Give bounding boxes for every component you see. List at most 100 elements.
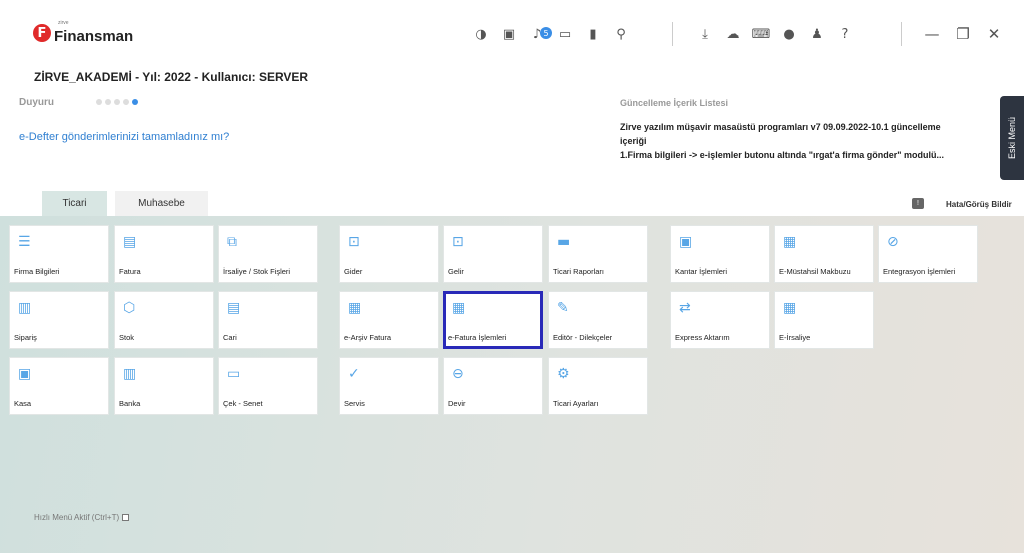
invoice-icon: ▤: [123, 234, 137, 250]
module-tile-label: İrsaliye / Stok Fişleri: [223, 267, 291, 276]
app-logo: F Finansman: [33, 22, 134, 45]
logo-mark: F: [33, 24, 51, 42]
logo-text: Finansman: [54, 27, 134, 45]
integration-icon: ⊘: [887, 234, 899, 250]
info-icon[interactable]: ●: [780, 25, 798, 43]
cloud-upload-icon[interactable]: ☁: [724, 25, 742, 43]
module-tile[interactable]: ⬡ Stok: [114, 291, 214, 349]
pager-dot-active[interactable]: [132, 99, 138, 105]
update-list-title: Güncelleme İçerik Listesi: [620, 98, 729, 108]
quick-menu-toggle[interactable]: Hızlı Menü Aktif (Ctrl+T): [34, 513, 130, 522]
cheque-icon: ▭: [227, 366, 241, 382]
scale-icon: ▣: [679, 234, 693, 250]
toolbar-separator: [672, 22, 673, 46]
module-tile[interactable]: ☰ Firma Bilgileri: [9, 225, 109, 283]
update-line-1[interactable]: Zirve yazılım müşavir masaüstü programla…: [620, 122, 941, 132]
module-tile[interactable]: ▥ Sipariş: [9, 291, 109, 349]
module-tile[interactable]: ▣ Kasa: [9, 357, 109, 415]
pager-dot[interactable]: [96, 99, 102, 105]
module-tile-label: e-Fatura İşlemleri: [448, 333, 507, 342]
announcement-pager[interactable]: [96, 99, 141, 105]
module-tile-label: Kantar İşlemleri: [675, 267, 728, 276]
panel-icon[interactable]: ▣: [500, 25, 518, 43]
cashbox-icon: ▣: [18, 366, 32, 382]
toolbar-left-group: ◑ ▣ ♪ 5 ▭ ▮ ⚲: [467, 24, 635, 44]
title-bar: F Finansman zirve ◑ ▣ ♪ 5 ▭ ▮ ⚲ ⤓ ☁ ⌨ ● ♟…: [0, 0, 1024, 68]
download-icon[interactable]: ⤓: [696, 25, 714, 43]
module-tile[interactable]: ▥ Banka: [114, 357, 214, 415]
close-icon[interactable]: ✕: [984, 24, 1004, 44]
notification-badge: 5: [540, 27, 552, 39]
keyboard-icon[interactable]: ⌨: [752, 25, 771, 43]
module-tile[interactable]: ⊡ Gelir: [443, 225, 543, 283]
module-tile-label: Stok: [119, 333, 135, 342]
module-tile[interactable]: ⊖ Devir: [443, 357, 543, 415]
module-tile-label: E-Müstahsil Makbuzu: [779, 267, 851, 276]
update-line-2[interactable]: içeriği: [620, 136, 647, 146]
toolbar-right-group: ⤓ ☁ ⌨ ● ♟ ?: [691, 24, 859, 44]
module-tile[interactable]: ▦ E-Müstahsil Makbuzu: [774, 225, 874, 283]
minimize-icon[interactable]: —: [922, 24, 942, 44]
e-receipt-icon: ▦: [783, 234, 797, 250]
module-tile[interactable]: ▦ e-Arşiv Fatura: [339, 291, 439, 349]
module-tile[interactable]: ▬ Ticari Raporları: [548, 225, 648, 283]
module-tile-label: Fatura: [119, 267, 141, 276]
module-tile-label: Editör - Dilekçeler: [553, 333, 613, 342]
module-tile-label: Servis: [344, 399, 365, 408]
pager-dot[interactable]: [114, 99, 120, 105]
pager-dot[interactable]: [105, 99, 111, 105]
e-archive-icon: ▦: [348, 300, 362, 316]
cash-icon[interactable]: ▭: [556, 25, 574, 43]
module-tile[interactable]: ✎ Editör - Dilekçeler: [548, 291, 648, 349]
bell-icon[interactable]: ♟: [808, 25, 826, 43]
transfer-icon: ⇄: [679, 300, 691, 316]
editor-icon: ✎: [557, 300, 569, 316]
module-tile[interactable]: ⚙ Ticari Ayarları: [548, 357, 648, 415]
module-tile[interactable]: ✓ Servis: [339, 357, 439, 415]
settings-gear-icon: ⚙: [557, 366, 570, 382]
module-tile[interactable]: ▤ Cari: [218, 291, 318, 349]
theme-toggle-icon[interactable]: ◑: [472, 25, 490, 43]
module-tile[interactable]: ▦ e-Fatura İşlemleri: [443, 291, 543, 349]
module-tile[interactable]: ▭ Çek - Senet: [218, 357, 318, 415]
feedback-link[interactable]: Hata/Görüş Bildir: [946, 200, 1012, 209]
module-tile-label: Ticari Ayarları: [553, 399, 599, 408]
module-tile[interactable]: ▦ E-İrsaliye: [774, 291, 874, 349]
module-tile[interactable]: ▣ Kantar İşlemleri: [670, 225, 770, 283]
expense-icon: ⊡: [348, 234, 360, 250]
module-tile[interactable]: ▤ Fatura: [114, 225, 214, 283]
module-tile-label: E-İrsaliye: [779, 333, 811, 342]
quick-menu-checkbox[interactable]: [122, 514, 130, 522]
module-tile[interactable]: ⇄ Express Aktarım: [670, 291, 770, 349]
old-menu-button[interactable]: Eski Menü: [1000, 96, 1024, 180]
restore-icon[interactable]: ❐: [953, 24, 973, 44]
module-tile[interactable]: ⧉ İrsaliye / Stok Fişleri: [218, 225, 318, 283]
income-icon: ⊡: [452, 234, 464, 250]
module-tile[interactable]: ⊘ Entegrasyon İşlemleri: [878, 225, 978, 283]
order-icon: ▥: [18, 300, 32, 316]
e-invoice-icon: ▦: [452, 300, 466, 316]
announcement-label: Duyuru: [19, 97, 54, 108]
waybill-icon: ⧉: [227, 234, 237, 250]
module-tile-label: Devir: [448, 399, 466, 408]
tab-muhasebe[interactable]: Muhasebe: [115, 191, 208, 216]
announcement-text[interactable]: e-Defter gönderimlerinizi tamamladınız m…: [19, 131, 229, 143]
e-waybill-icon: ▦: [783, 300, 797, 316]
notification-bell-icon[interactable]: ♪ 5: [528, 25, 552, 43]
tab-ticari[interactable]: Ticari: [42, 191, 107, 216]
module-tile-label: Ticari Raporları: [553, 267, 604, 276]
account-icon: ▤: [227, 300, 241, 316]
module-tile-label: Gelir: [448, 267, 464, 276]
update-line-3[interactable]: 1.Firma bilgileri -> e-işlemler butonu a…: [620, 150, 944, 160]
help-icon[interactable]: ?: [836, 25, 854, 43]
feedback-icon[interactable]: !: [912, 198, 924, 209]
module-tile-label: Firma Bilgileri: [14, 267, 60, 276]
wrench-icon: ✓: [348, 366, 360, 382]
box-icon: ⬡: [123, 300, 136, 316]
module-tile-label: Kasa: [14, 399, 32, 408]
location-pin-icon[interactable]: ⚲: [612, 25, 630, 43]
module-tile[interactable]: ⊡ Gider: [339, 225, 439, 283]
module-tile-label: Çek - Senet: [223, 399, 263, 408]
book-icon[interactable]: ▮: [584, 25, 602, 43]
pager-dot[interactable]: [123, 99, 129, 105]
